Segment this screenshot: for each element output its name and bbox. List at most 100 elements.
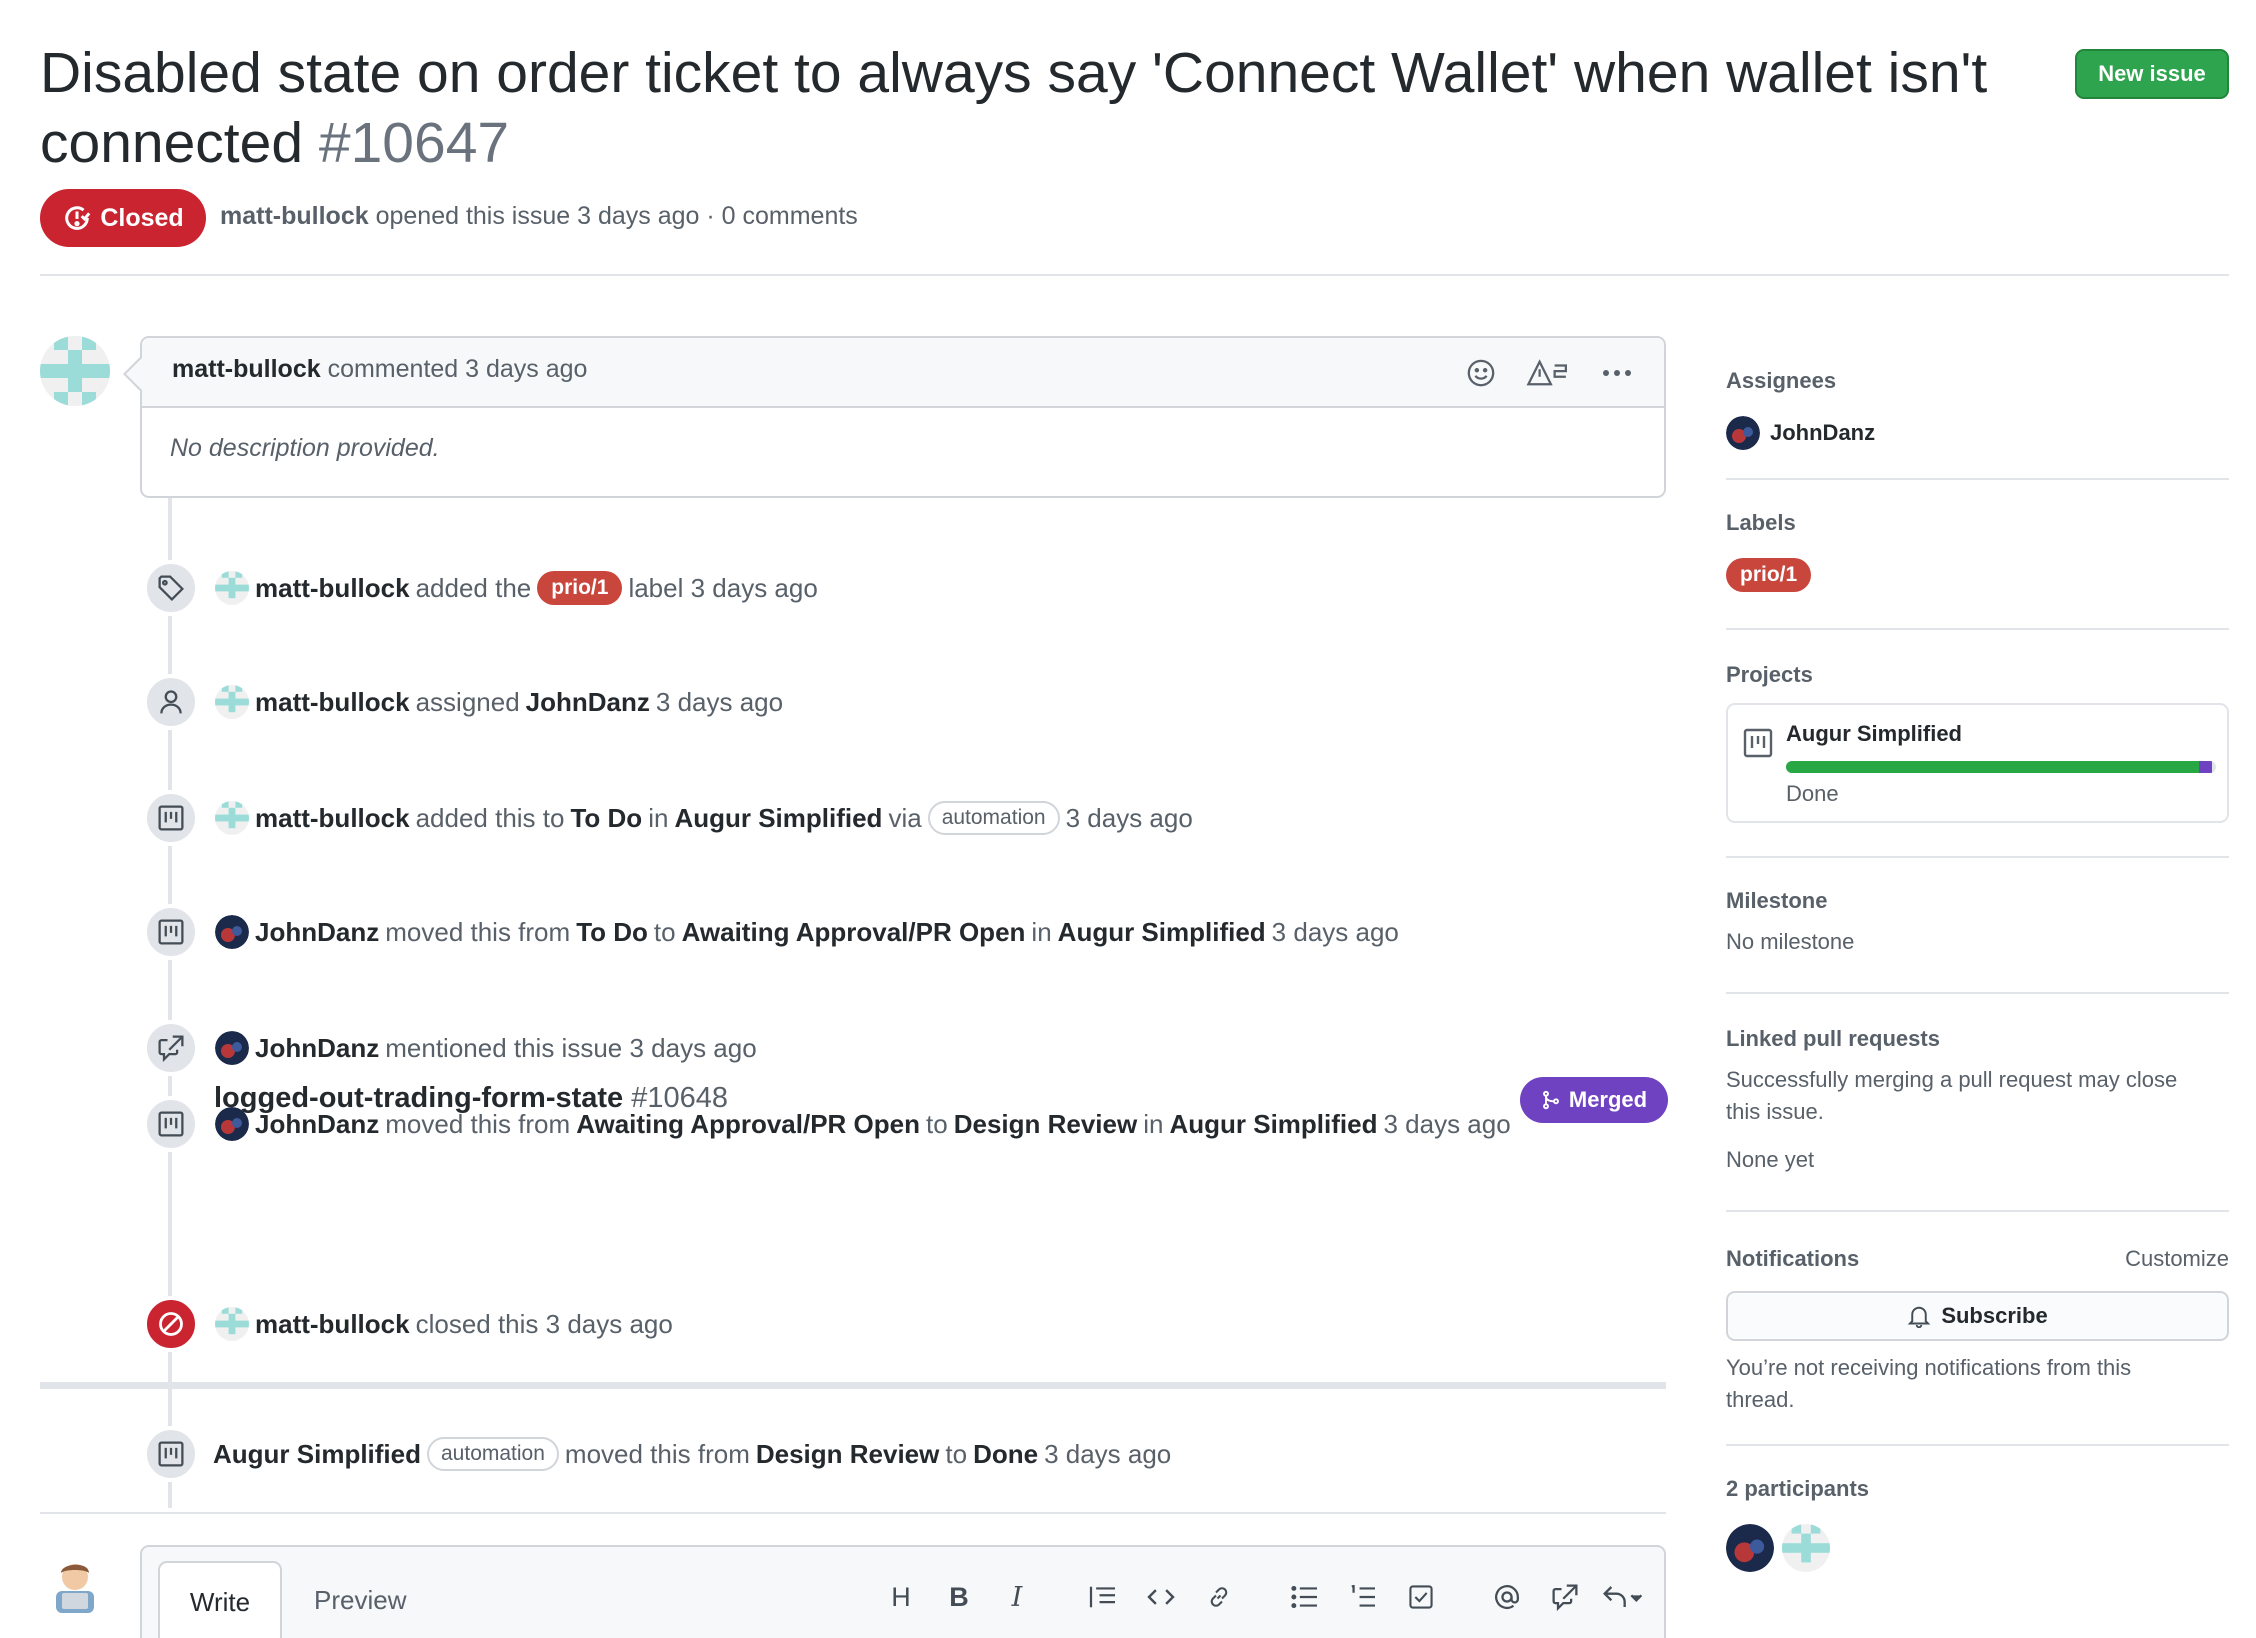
actor-link[interactable]: matt-bullock — [255, 570, 410, 606]
sidebar-heading[interactable]: Assignees — [1726, 368, 2229, 394]
issue-closed-icon — [65, 206, 91, 230]
project-link[interactable]: Augur Simplified — [1058, 914, 1266, 950]
issue-number: #10647 — [318, 111, 510, 175]
event-text: 3 days ago — [1044, 1439, 1172, 1469]
italic-icon[interactable]: I — [988, 1573, 1046, 1621]
event-text: to — [945, 1439, 968, 1469]
sidebar-heading[interactable]: Milestone — [1726, 888, 2229, 914]
quote-icon[interactable] — [1074, 1573, 1132, 1621]
comment-action: commented 3 days ago — [327, 355, 588, 383]
event-text: moved this from — [385, 1109, 571, 1139]
merged-label: Merged — [1568, 1087, 1648, 1112]
reply-icon[interactable] — [1594, 1573, 1652, 1621]
event-text: via — [888, 803, 922, 833]
linked-value: None yet — [1726, 1147, 1815, 1172]
sidebar-milestone: Milestone No milestone — [1726, 888, 2229, 994]
more-options-icon[interactable] — [1600, 356, 1634, 390]
project-link[interactable]: Augur Simplified — [674, 800, 882, 836]
column-name: To Do — [576, 917, 648, 947]
task-list-icon[interactable] — [1392, 1573, 1450, 1621]
actor-link[interactable]: Augur Simplified — [213, 1436, 421, 1472]
avatar[interactable] — [1726, 416, 1760, 450]
new-issue-button[interactable]: New issue — [2075, 49, 2229, 99]
author-link[interactable]: matt-bullock — [220, 202, 369, 230]
avatar[interactable] — [215, 801, 249, 835]
actor-link[interactable]: JohnDanz — [255, 914, 379, 950]
sidebar-assignees: Assignees JohnDanz — [1726, 368, 2229, 480]
sidebar-heading[interactable]: Linked pull requests — [1726, 1026, 2229, 1052]
numbered-list-icon[interactable] — [1334, 1573, 1392, 1621]
closed-icon — [143, 1296, 199, 1352]
bullet-list-icon[interactable] — [1276, 1573, 1334, 1621]
tab-preview[interactable]: Preview — [314, 1585, 406, 1616]
project-name[interactable]: Augur Simplified — [1786, 721, 1962, 747]
milestone-value: No milestone — [1726, 929, 1855, 954]
timeline-divider — [40, 1382, 1666, 1389]
mention-icon[interactable] — [1478, 1573, 1536, 1621]
progress-in-progress — [2198, 761, 2212, 773]
current-user-avatar[interactable] — [46, 1555, 104, 1613]
avatar[interactable] — [215, 1307, 249, 1341]
avatar[interactable] — [215, 1031, 249, 1065]
actor-link[interactable]: matt-bullock — [255, 1306, 410, 1342]
sidebar-notif-desc: You’re not receiving notifications from … — [1726, 1352, 2229, 1446]
tag-icon — [143, 560, 199, 616]
event-text: label 3 days ago — [628, 573, 818, 603]
timeline-line — [168, 498, 172, 1508]
actor-link[interactable]: matt-bullock — [255, 800, 410, 836]
avatar[interactable] — [1726, 1524, 1774, 1572]
column-name: To Do — [570, 803, 643, 833]
sidebar-participants: 2 participants — [1726, 1476, 2229, 1572]
event-text: 3 days ago — [655, 687, 784, 717]
avatar[interactable] — [215, 915, 249, 949]
avatar[interactable] — [40, 336, 110, 406]
assignee-link[interactable]: JohnDanz — [1770, 420, 1875, 446]
project-link[interactable]: Augur Simplified — [1169, 1106, 1377, 1142]
project-card[interactable]: Augur Simplified Done — [1726, 703, 2229, 823]
divider — [40, 1512, 1666, 1514]
merge-icon — [1542, 1090, 1559, 1110]
actor-link[interactable]: matt-bullock — [255, 684, 410, 720]
bold-icon[interactable]: B — [930, 1573, 988, 1621]
actor-link[interactable]: JohnDanz — [255, 1106, 379, 1142]
merged-badge: Merged — [1520, 1077, 1668, 1123]
code-icon[interactable] — [1132, 1573, 1190, 1621]
sidebar-notifications: Notifications Customize — [1726, 1246, 2229, 1272]
event-text: moved this from — [385, 917, 571, 947]
progress-done — [1786, 761, 2199, 773]
translate-icon[interactable] — [1524, 356, 1574, 390]
comment-author[interactable]: matt-bullock — [172, 355, 321, 383]
avatar[interactable] — [1782, 1524, 1830, 1572]
sidebar-heading[interactable]: Labels — [1726, 510, 2229, 536]
assignee-link[interactable]: JohnDanz — [526, 684, 650, 720]
event-text: added this to — [415, 803, 565, 833]
sidebar-heading[interactable]: Projects — [1726, 662, 2229, 688]
label-badge[interactable]: prio/1 — [537, 571, 623, 605]
subscribe-label: Subscribe — [1941, 1303, 2048, 1328]
link-icon[interactable] — [1190, 1573, 1248, 1621]
customize-link[interactable]: Customize — [2125, 1246, 2229, 1272]
avatar[interactable] — [215, 685, 249, 719]
project-icon — [1742, 727, 1774, 764]
event-text: in — [1143, 1109, 1164, 1139]
heading-icon[interactable]: H — [872, 1573, 930, 1621]
bell-icon — [1907, 1306, 1931, 1328]
actor-link[interactable]: JohnDanz — [255, 1030, 379, 1066]
automation-badge: automation — [427, 1437, 559, 1471]
smiley-icon[interactable] — [1464, 356, 1498, 390]
cross-reference-icon[interactable] — [1536, 1573, 1594, 1621]
tab-write[interactable]: Write — [158, 1561, 282, 1638]
comment-author-line: matt-bullock commented 3 days ago — [172, 355, 587, 384]
avatar[interactable] — [215, 1107, 249, 1141]
comment-composer: Write Preview H B I — [140, 1545, 1666, 1638]
avatar[interactable] — [215, 571, 249, 605]
subscribe-button[interactable]: Subscribe — [1726, 1291, 2229, 1341]
comment-header: matt-bullock commented 3 days ago — [142, 338, 1664, 408]
divider — [40, 274, 2229, 276]
project-icon — [143, 904, 199, 960]
sidebar-labels: Labels prio/1 — [1726, 510, 2229, 630]
comment-card: matt-bullock commented 3 days ago No des… — [123, 336, 1666, 498]
label-badge[interactable]: prio/1 — [1726, 558, 1812, 592]
project-icon — [143, 1096, 199, 1152]
sidebar-projects: Projects — [1726, 662, 2229, 688]
